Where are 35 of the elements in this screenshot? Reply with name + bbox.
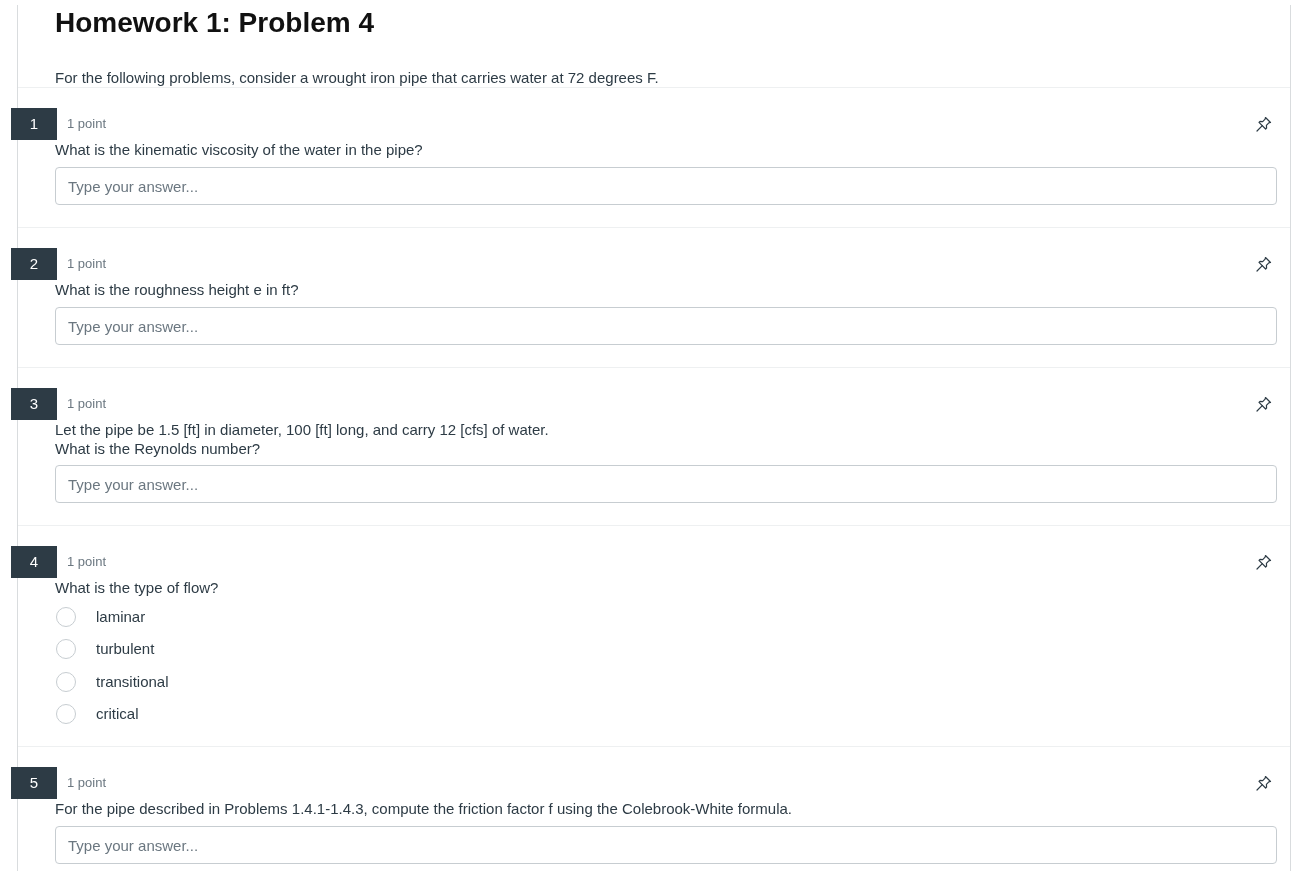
radio-button[interactable] xyxy=(56,607,76,628)
question-number: 2 xyxy=(11,248,57,280)
option-label: turbulent xyxy=(96,639,155,660)
question-text: What is the type of flow? xyxy=(55,578,220,598)
option-label: laminar xyxy=(96,607,146,628)
answer-field[interactable]: Type your answer... xyxy=(55,307,1277,345)
pin-icon[interactable] xyxy=(1256,554,1272,570)
points-label: 1 point xyxy=(67,774,107,793)
option-label: transitional xyxy=(96,671,169,692)
pin-icon[interactable] xyxy=(1256,116,1272,132)
points-label: 1 point xyxy=(67,115,107,134)
option-label: critical xyxy=(96,704,139,725)
answer-field[interactable]: Type your answer... xyxy=(55,167,1277,205)
pin-icon[interactable] xyxy=(1256,775,1272,792)
question-text: What is the roughness height e in ft? xyxy=(55,280,300,300)
radio-button[interactable] xyxy=(56,671,76,692)
page-title: Homework 1: Problem 4 xyxy=(55,6,375,40)
question-text: Let the pipe be 1.5 [ft] in diameter, 100 [ft] long, and carry 12 [cfs] of water. xyxy=(55,420,550,439)
pin-icon[interactable] xyxy=(1256,256,1272,272)
question-number: 3 xyxy=(11,388,57,420)
page-description: For the following problems, consider a wrought iron pipe that carries water at 72 degrees F. xyxy=(55,69,660,87)
points-label: 1 point xyxy=(67,395,107,414)
answer-field[interactable]: Type your answer... xyxy=(55,826,1277,865)
question-text: For the pipe described in Problems 1.4.1-1.4.3, compute the friction factor f using the Colebrook-White formula. xyxy=(55,799,794,820)
points-label: 1 point xyxy=(67,255,107,274)
pin-icon[interactable] xyxy=(1256,396,1272,412)
question-text: What is the Reynolds number? xyxy=(55,439,262,458)
question-text: What is the kinematic viscosity of the water in the pipe? xyxy=(55,140,424,160)
radio-button[interactable] xyxy=(56,639,76,660)
question-number: 5 xyxy=(11,767,57,800)
points-label: 1 point xyxy=(67,553,107,572)
radio-button[interactable] xyxy=(56,704,76,725)
question-number: 4 xyxy=(11,546,57,578)
question-number: 1 xyxy=(11,108,57,140)
answer-field[interactable]: Type your answer... xyxy=(55,465,1277,503)
